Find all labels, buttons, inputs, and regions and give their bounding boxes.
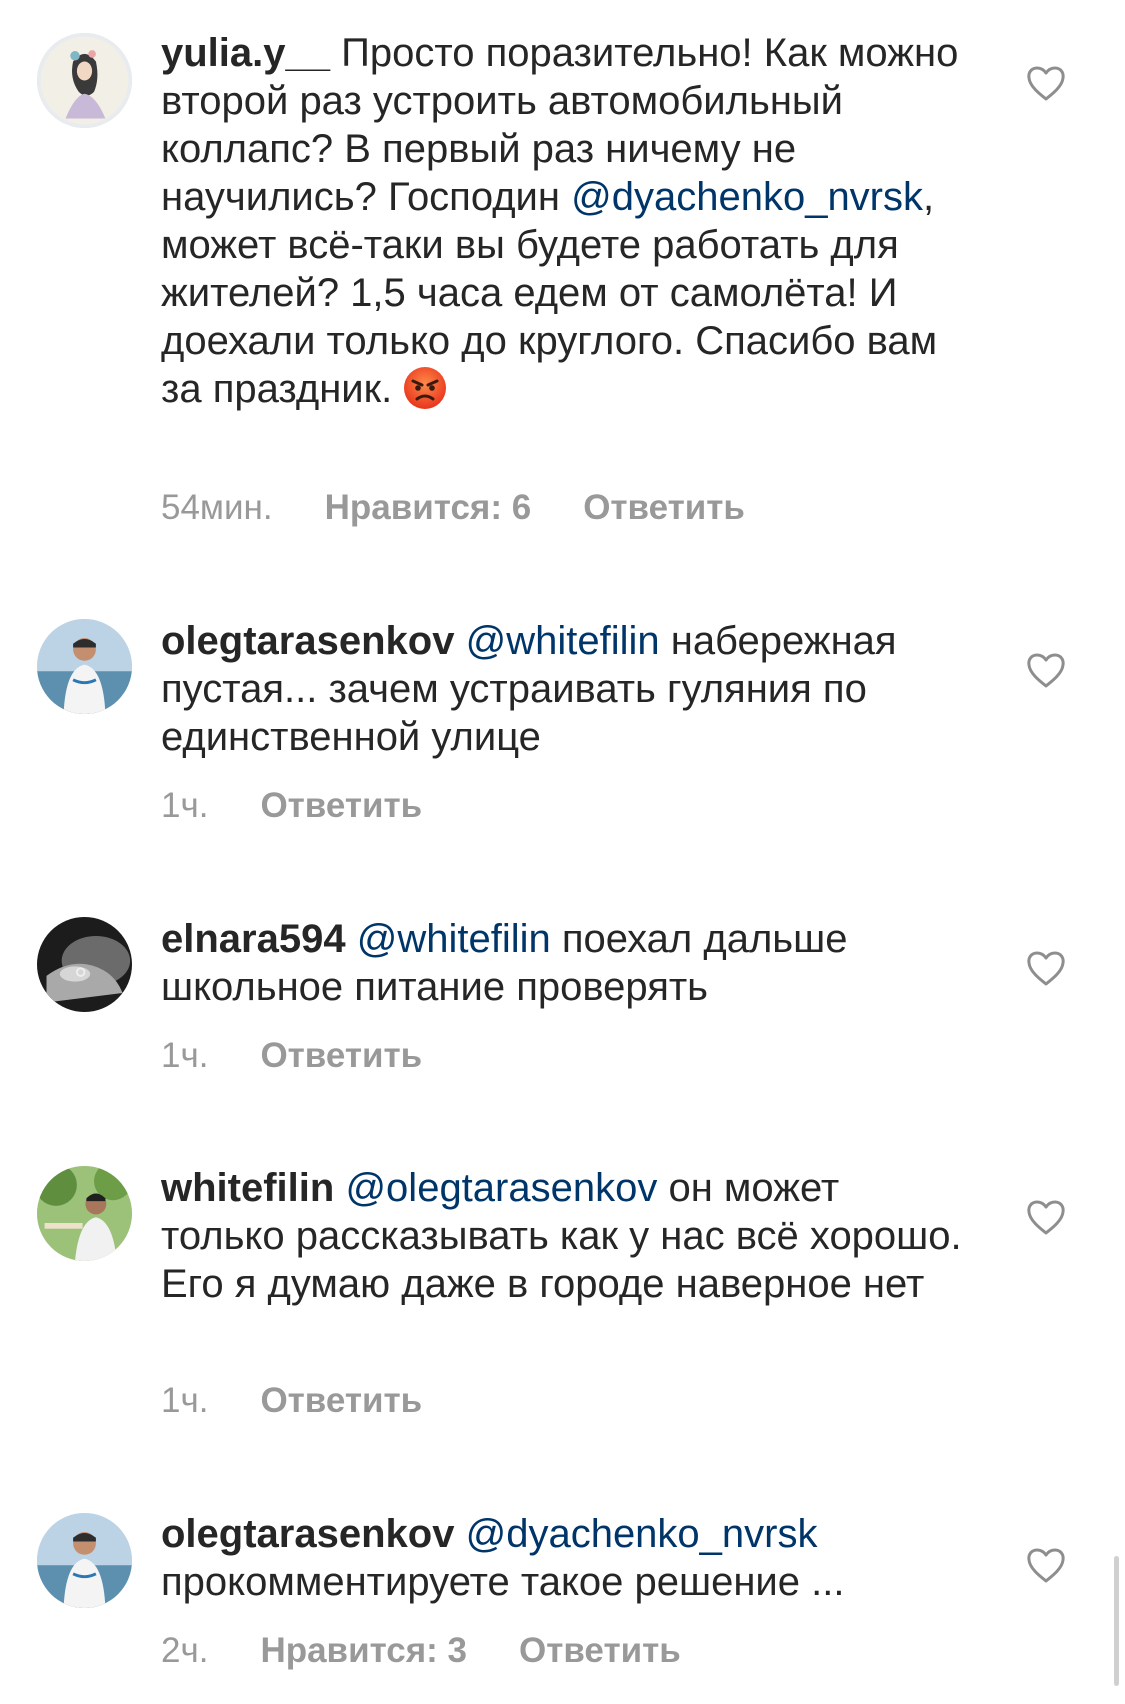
like-heart-icon[interactable] <box>1026 653 1066 689</box>
like-heart-icon[interactable] <box>1026 951 1066 987</box>
comment-time: 1ч. <box>161 786 209 825</box>
reply-button[interactable]: Ответить <box>260 1036 422 1075</box>
comment-body <box>454 1512 465 1556</box>
comment-meta: 54мин. Нравится: 6 Ответить <box>161 487 745 529</box>
scrollbar[interactable] <box>1114 1556 1119 1686</box>
angry-face-emoji <box>403 366 447 410</box>
comment-time: 2ч. <box>161 1631 209 1670</box>
comment-mention[interactable]: @whitefilin <box>357 917 551 961</box>
comment-body <box>454 619 465 663</box>
comment-body: прокомментируете такое решение ... <box>161 1560 845 1604</box>
comment-body <box>346 917 357 961</box>
comment-time: 54мин. <box>161 488 273 527</box>
comment-time: 1ч. <box>161 1381 209 1420</box>
avatar[interactable] <box>37 1166 132 1261</box>
comment-mention[interactable]: @dyachenko_nvrsk <box>571 175 923 219</box>
avatar[interactable] <box>37 33 132 128</box>
comment-text: olegtarasenkov @whitefilin набережная пу… <box>161 617 971 761</box>
comment-username[interactable]: elnara594 <box>161 917 346 961</box>
comment-likes-count[interactable]: Нравится: 6 <box>325 488 532 527</box>
comment-meta: 1ч. Ответить <box>161 1380 422 1422</box>
like-heart-icon[interactable] <box>1026 66 1066 102</box>
avatar[interactable] <box>37 917 132 1012</box>
reply-button[interactable]: Ответить <box>260 786 422 825</box>
comment-text: whitefilin @olegtarasenkov он может толь… <box>161 1164 971 1308</box>
comment-mention[interactable]: @whitefilin <box>466 619 660 663</box>
comment-meta: 1ч. Ответить <box>161 785 422 827</box>
like-heart-icon[interactable] <box>1026 1200 1066 1236</box>
comment-mention[interactable]: @dyachenko_nvrsk <box>466 1512 818 1556</box>
comment-mention[interactable]: @olegtarasenkov <box>345 1166 657 1210</box>
comment-likes-count[interactable]: Нравится: 3 <box>260 1631 467 1670</box>
avatar[interactable] <box>37 1513 132 1608</box>
avatar[interactable] <box>37 619 132 714</box>
comment-username[interactable]: olegtarasenkov <box>161 1512 454 1556</box>
comment-time: 1ч. <box>161 1036 209 1075</box>
comment-username[interactable]: yulia.y__ <box>161 31 330 75</box>
comment-meta: 2ч. Нравится: 3 Ответить <box>161 1630 681 1672</box>
comment-text: olegtarasenkov @dyachenko_nvrsk прокомме… <box>161 1510 971 1606</box>
reply-button[interactable]: Ответить <box>583 488 745 527</box>
comment-meta: 1ч. Ответить <box>161 1035 422 1077</box>
reply-button[interactable]: Ответить <box>519 1631 681 1670</box>
like-heart-icon[interactable] <box>1026 1548 1066 1584</box>
comment-username[interactable]: olegtarasenkov <box>161 619 454 663</box>
comment-body <box>334 1166 345 1210</box>
reply-button[interactable]: Ответить <box>260 1381 422 1420</box>
comment-username[interactable]: whitefilin <box>161 1166 334 1210</box>
comment-text: yulia.y__ Просто поразительно! Как можно… <box>161 29 971 413</box>
comment-text: elnara594 @whitefilin поехал дальше школ… <box>161 915 971 1011</box>
